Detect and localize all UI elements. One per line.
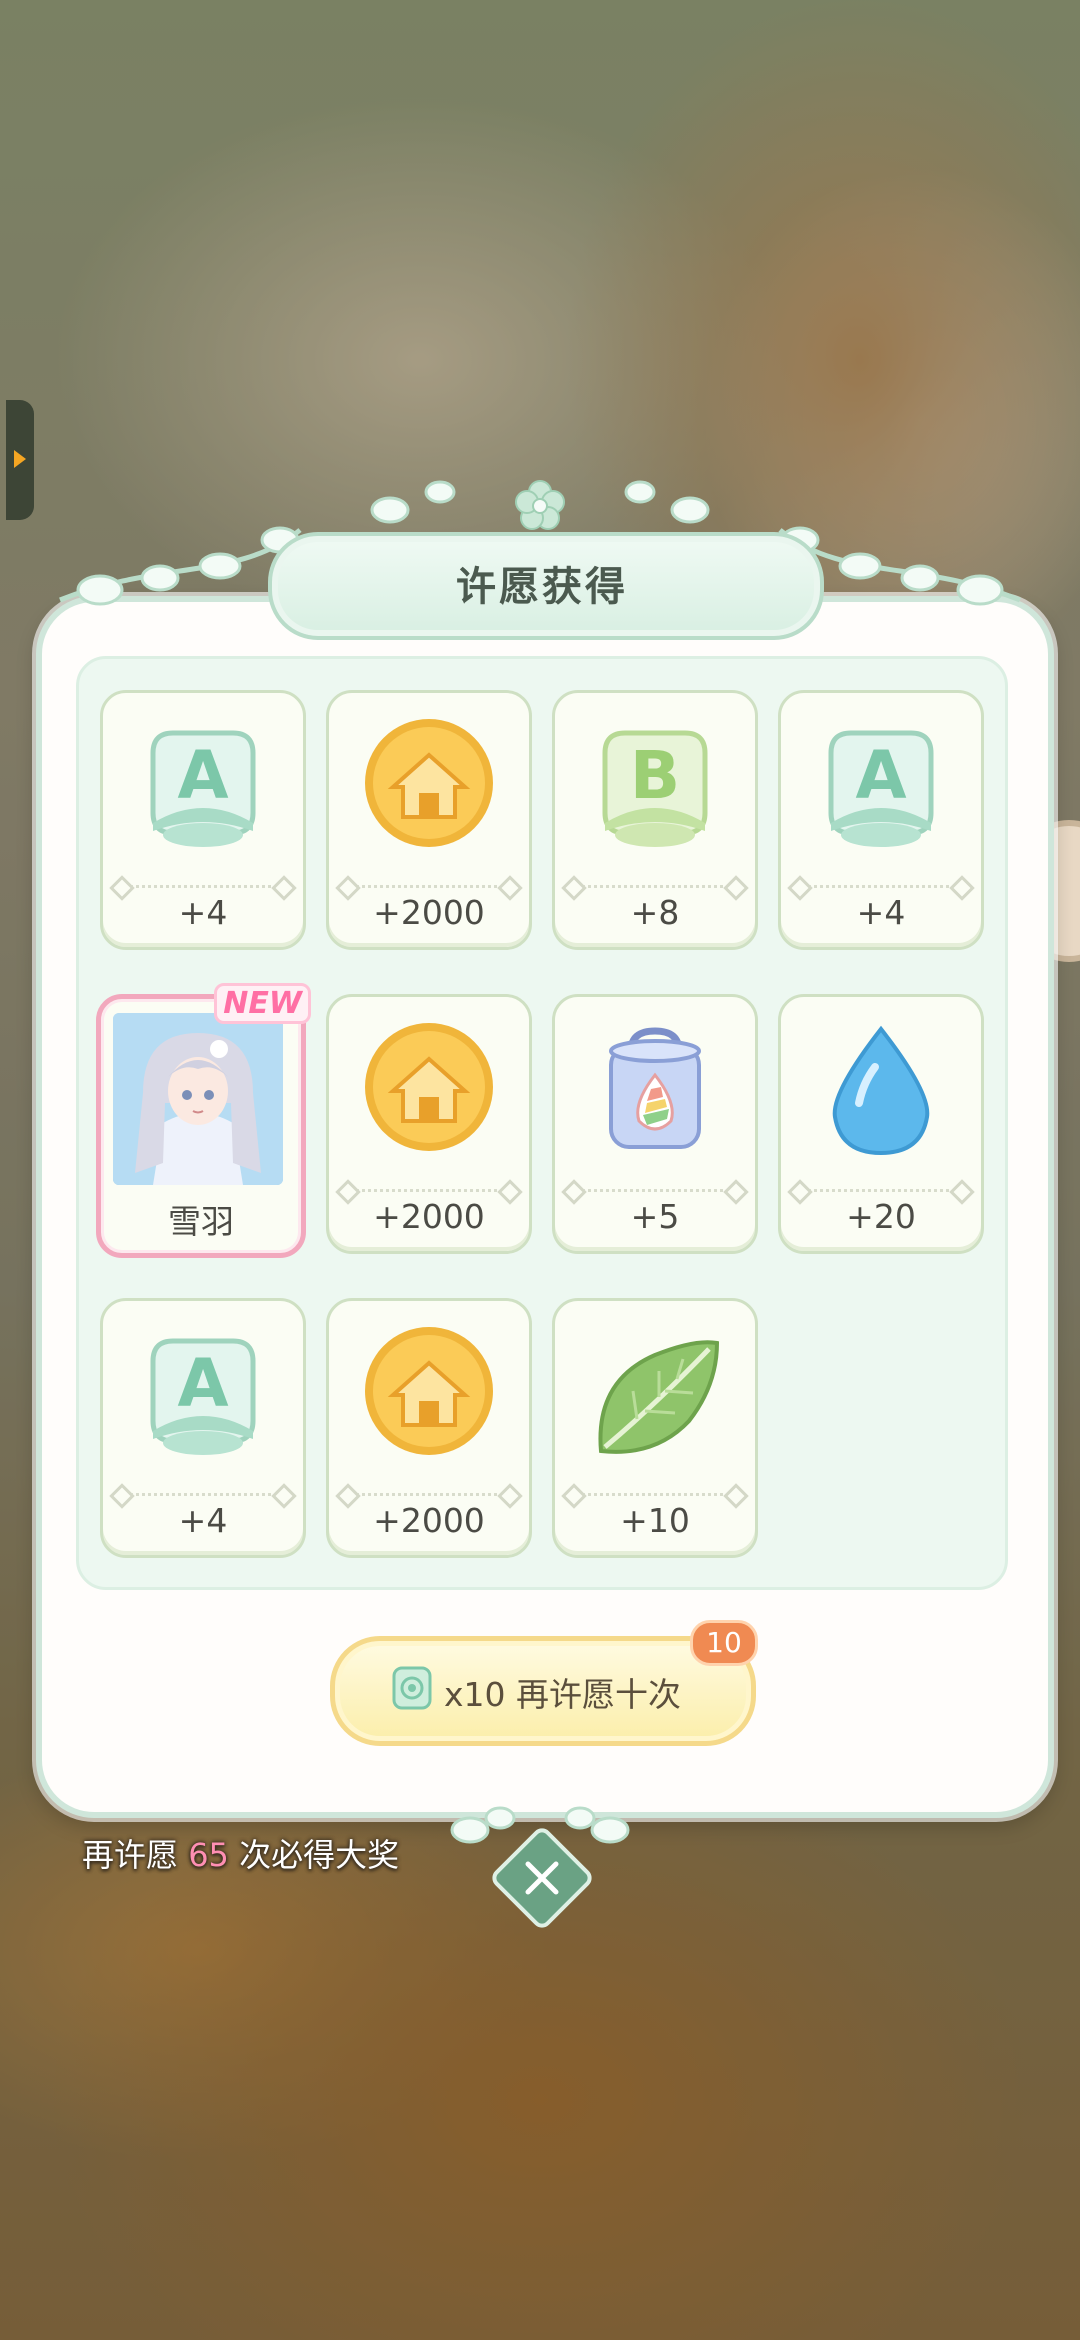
reward-cell[interactable]: +5 xyxy=(552,994,758,1254)
rainbow-drop-jar-icon xyxy=(609,1027,701,1149)
ticket-letter: B xyxy=(629,737,681,814)
character-portrait xyxy=(113,1013,283,1185)
divider xyxy=(795,885,967,888)
divider xyxy=(569,885,741,888)
reward-quantity: +4 xyxy=(178,893,228,932)
reward-cell[interactable]: B +8 xyxy=(552,690,758,950)
side-drawer-tab[interactable] xyxy=(6,400,34,520)
reward-cell[interactable]: +20 xyxy=(778,994,984,1254)
reward-cell[interactable]: +2000 xyxy=(326,690,532,950)
new-badge: NEW xyxy=(214,983,311,1024)
reward-quantity: +4 xyxy=(856,893,906,932)
divider xyxy=(343,885,515,888)
divider xyxy=(117,1493,289,1496)
ticket-letter: A xyxy=(855,737,907,814)
divider xyxy=(795,1189,967,1192)
divider xyxy=(117,885,289,888)
reward-quantity: +4 xyxy=(178,1501,228,1540)
leaf-icon xyxy=(598,1340,720,1454)
house-coin-icon xyxy=(365,1023,493,1151)
divider xyxy=(569,1189,741,1192)
reward-quantity: +5 xyxy=(630,1197,680,1236)
arrow-right-icon xyxy=(14,450,26,468)
reward-quantity: +8 xyxy=(630,893,680,932)
reward-quantity: +2000 xyxy=(373,1197,485,1236)
pity-count: 65 xyxy=(188,1836,229,1874)
reward-cell[interactable]: +2000 xyxy=(326,1298,532,1558)
panel-title: 许愿获得 xyxy=(456,564,628,610)
pity-hint: 再许愿 65 次必得大奖 xyxy=(82,1830,399,1876)
reward-cell[interactable]: +2000 xyxy=(326,994,532,1254)
pity-hint-suffix: 次必得大奖 xyxy=(228,1836,400,1874)
ticket-letter: A xyxy=(177,1345,229,1422)
reward-cell[interactable]: A +4 xyxy=(778,690,984,950)
water-drop-icon xyxy=(832,1025,930,1156)
wish-count-badge: 10 xyxy=(690,1620,758,1666)
reward-cell-character[interactable]: NEW 雪羽 xyxy=(96,983,311,1258)
reward-cell[interactable]: A +4 xyxy=(100,690,306,950)
divider xyxy=(343,1189,515,1192)
reward-quantity: +10 xyxy=(620,1501,690,1540)
ticket-letter: A xyxy=(177,737,229,814)
reward-quantity: +20 xyxy=(846,1197,916,1236)
divider xyxy=(569,1493,741,1496)
pity-hint-prefix: 再许愿 xyxy=(82,1836,189,1874)
house-coin-icon xyxy=(365,719,493,847)
house-coin-icon xyxy=(365,1327,493,1455)
reward-cell[interactable]: A +4 xyxy=(100,1298,306,1558)
reward-cell[interactable]: +10 xyxy=(552,1298,758,1558)
divider xyxy=(343,1493,515,1496)
reward-quantity: +2000 xyxy=(373,893,485,932)
close-icon xyxy=(525,1861,559,1895)
reward-quantity: +2000 xyxy=(373,1501,485,1540)
wish-ten-label: x10 再许愿十次 xyxy=(444,1675,682,1714)
wish-ticket-icon xyxy=(392,1666,432,1710)
character-name: 雪羽 xyxy=(168,1202,234,1241)
flower-ornament-icon xyxy=(515,480,565,530)
